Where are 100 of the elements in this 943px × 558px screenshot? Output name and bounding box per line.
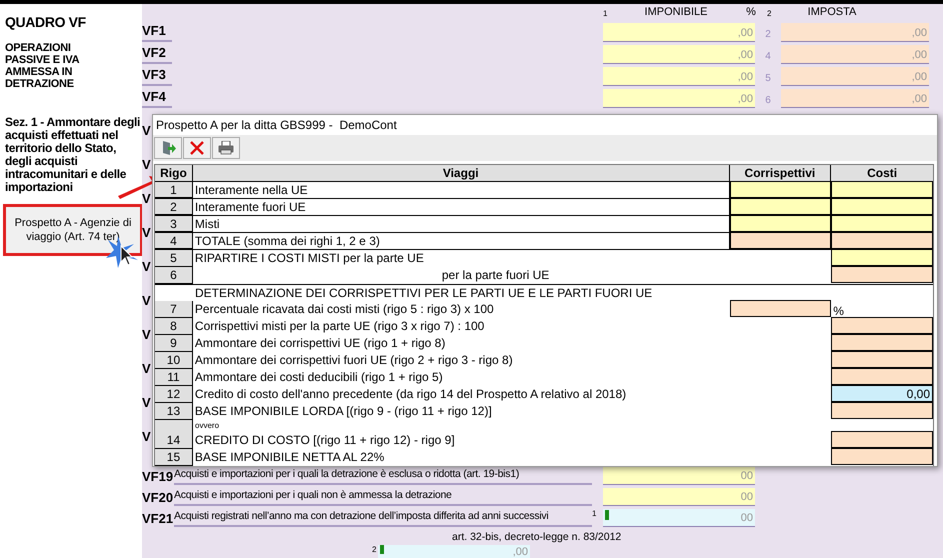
- row-code: V: [142, 123, 152, 139]
- form-subtitle: OPERAZIONI PASSIVE E IVA AMMESSA IN DETRAZIONE: [5, 42, 80, 90]
- row-code: V: [142, 429, 152, 445]
- row-label: Ammontare dei corrispettivi fuori UE (rigo 2 + rigo 3 - rigo 8): [194, 352, 514, 369]
- dialog-title: Prospetto A per la ditta GBS999 - DemoCont: [156, 117, 397, 134]
- row-number: 13: [155, 403, 193, 420]
- amount-field[interactable]: [831, 266, 933, 283]
- delete-button[interactable]: [183, 137, 211, 160]
- row-label: Percentuale ricavata dai costi misti (rigo 5 : rigo 3) x 100: [194, 301, 495, 318]
- amount-field[interactable]: ,00: [781, 89, 929, 108]
- row-label: per la parte fuori UE: [440, 267, 550, 284]
- amount-field[interactable]: [831, 402, 933, 419]
- column-header: Viaggi: [192, 165, 730, 181]
- row-code: VF19: [142, 468, 174, 485]
- row-code: VF20: [142, 489, 174, 506]
- rate-number: 2: [764, 28, 772, 42]
- row-number: 4: [155, 233, 193, 249]
- row-label: CREDITO DI COSTO [(rigo 11 + rigo 12) - rigo 9]: [194, 432, 456, 449]
- column-header: %: [745, 4, 757, 20]
- row-number: 15: [155, 449, 193, 466]
- amount-field[interactable]: [831, 431, 933, 448]
- row-label: BASE IMPONIBILE NETTA AL 22%: [194, 449, 386, 466]
- row-label: Ammontare dei corrispettivi UE (rigo 1 + rigo 8): [194, 335, 446, 352]
- amount-field[interactable]: 00: [603, 509, 755, 527]
- amount-field[interactable]: [730, 300, 832, 317]
- note-text: ovvero: [194, 420, 220, 432]
- amount-field[interactable]: ,00: [603, 67, 755, 86]
- row-code: VF3: [142, 66, 172, 86]
- row-number: 2: [155, 199, 193, 215]
- printer-icon: [218, 141, 234, 156]
- row-label: Corrispettivi misti per la parte UE (rigo 3 x rigo 7) : 100: [194, 318, 486, 335]
- row-number: 6: [155, 267, 193, 284]
- amount-field[interactable]: [730, 198, 832, 215]
- row-label: Acquisti e importazioni per i quali non è ammessa la detrazione: [174, 487, 592, 506]
- amount-field[interactable]: ,00: [603, 45, 755, 64]
- row-code: VF1: [142, 22, 172, 42]
- amount-field[interactable]: [730, 232, 832, 249]
- row-code: V: [142, 191, 152, 207]
- amount-field[interactable]: [831, 215, 934, 232]
- row-code: VF2: [142, 44, 172, 64]
- column-header: IMPONIBILE: [644, 4, 708, 20]
- rate-number: 6: [764, 94, 772, 108]
- row-number: 5: [155, 250, 193, 267]
- column-header: IMPOSTA: [806, 4, 858, 20]
- column-index: 2: [767, 8, 772, 20]
- amount-field[interactable]: [831, 317, 933, 334]
- row-number: 14: [155, 432, 193, 449]
- amount-field[interactable]: ,00: [781, 45, 929, 64]
- amount-field[interactable]: [831, 181, 934, 198]
- row-code: VF21: [142, 510, 174, 527]
- row-label: RIPARTIRE I COSTI MISTI per la parte UE: [194, 250, 425, 267]
- door-arrow-icon: [160, 140, 176, 156]
- section-title: Sez. 1 - Ammontare degli acquisti effettuati nel territorio dello Stato, degli acquisti intracomunitari e delle importazioni: [5, 116, 142, 194]
- rate-number: 4: [764, 50, 772, 64]
- row-label: Ammontare dei costi deducibili (rigo 1 + rigo 5): [194, 369, 444, 386]
- row-code: VF4: [142, 88, 172, 108]
- amount-field[interactable]: 00: [603, 488, 755, 506]
- amount-field[interactable]: ,00: [781, 23, 929, 42]
- row-label: BASE IMPONIBILE LORDA [(rigo 9 - (rigo 11 + rigo 12)]: [194, 403, 493, 420]
- row-number: 7: [155, 301, 193, 318]
- print-button[interactable]: [212, 137, 240, 160]
- field-index: 1: [592, 508, 598, 520]
- amount-field[interactable]: 0,00: [831, 385, 933, 402]
- empty-row-number: [155, 420, 193, 432]
- row-code: V: [142, 225, 152, 241]
- exit-button[interactable]: [154, 137, 182, 160]
- row-code: V: [142, 157, 152, 173]
- amount-field[interactable]: ,00: [603, 89, 755, 108]
- section-heading: DETERMINAZIONE DEI CORRISPETTIVI PER LE PARTI UE E LE PARTI FUORI UE: [194, 285, 652, 301]
- amount-field[interactable]: [831, 249, 933, 266]
- amount-field[interactable]: [831, 448, 933, 465]
- amount-field[interactable]: 00: [603, 467, 755, 485]
- row-code: V: [142, 327, 152, 343]
- column-header: Rigo: [155, 165, 193, 181]
- amount-field[interactable]: ,00: [781, 67, 929, 86]
- marker-icon: [380, 545, 384, 554]
- row-number: 12: [155, 386, 193, 403]
- amount-field[interactable]: [831, 368, 933, 385]
- amount-field[interactable]: [831, 232, 934, 249]
- amount-field[interactable]: [831, 198, 934, 215]
- form-title: QUADRO VF: [5, 14, 87, 30]
- row-code: V: [142, 259, 152, 275]
- amount-field[interactable]: [831, 334, 933, 351]
- amount-field[interactable]: [730, 181, 832, 198]
- row-label: Credito di costo dell'anno precedente (da rigo 14 del Prospetto A relativo al 2018): [194, 386, 628, 403]
- legal-note: art. 32-bis, decreto-legge n. 83/2012: [452, 530, 622, 544]
- amount-field[interactable]: [730, 215, 832, 232]
- amount-field[interactable]: [831, 351, 933, 368]
- row-number: 8: [155, 318, 193, 335]
- amount-field[interactable]: ,00: [603, 23, 755, 42]
- amount-field[interactable]: ,00: [378, 545, 530, 558]
- row-label: Acquisti registrati nell’anno ma con detrazione dell’imposta differita ad anni successivi: [174, 508, 592, 527]
- row-code: V: [142, 293, 152, 309]
- row-number: 11: [155, 369, 193, 386]
- row-number: 3: [155, 216, 193, 232]
- cursor-icon: [104, 234, 140, 270]
- row-number: 9: [155, 335, 193, 352]
- row-code: V: [142, 361, 152, 377]
- close-icon: [190, 141, 204, 156]
- row-number: 10: [155, 352, 193, 369]
